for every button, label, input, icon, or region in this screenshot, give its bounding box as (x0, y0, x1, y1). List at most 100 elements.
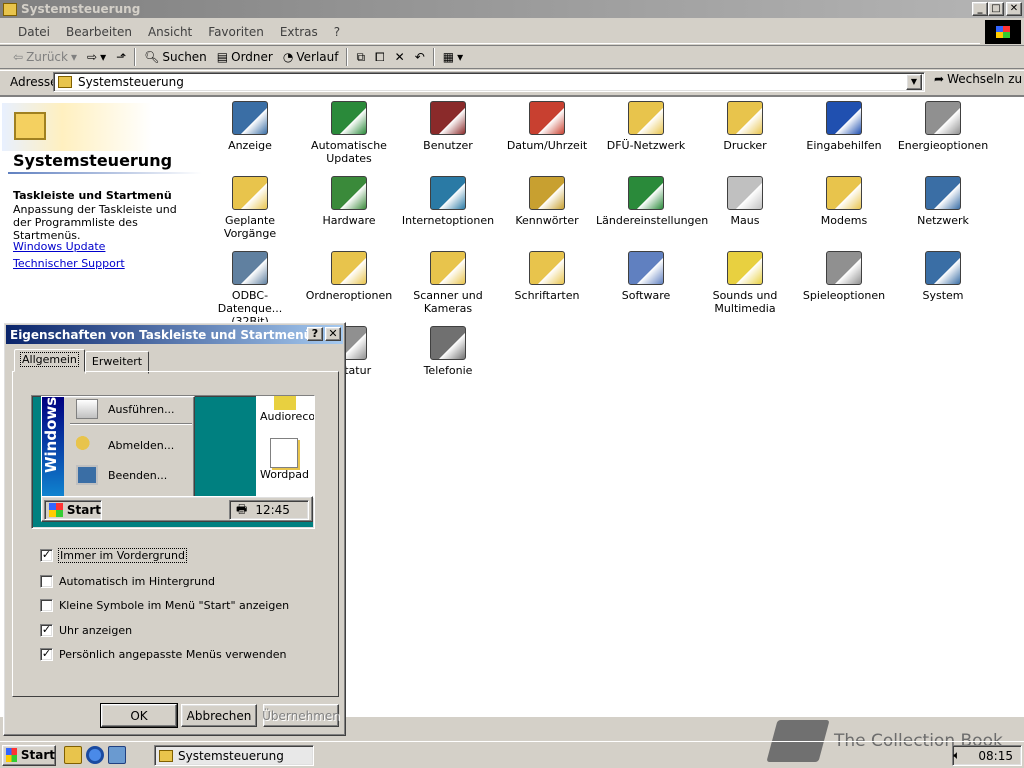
control-panel-item[interactable]: Geplante Vorgänge (200, 174, 300, 240)
control-panel-item[interactable]: Anzeige (200, 99, 300, 152)
move-to-icon: ⧉ (356, 49, 366, 64)
search-button[interactable]: 🔍︎ Suchen (139, 50, 212, 64)
control-panel-item[interactable]: Ländereinstellungen (596, 174, 708, 227)
volume-icon[interactable]: 🔈︎ (953, 748, 960, 763)
control-panel-icon (3, 2, 17, 16)
dialog-help-button[interactable]: ? (307, 327, 323, 341)
windows-update-link[interactable]: Windows Update (13, 240, 105, 253)
history-button[interactable]: ◔ Verlauf (278, 50, 344, 64)
option-label: Kleine Symbole im Menü "Start" anzeigen (59, 599, 290, 612)
telephony-icon (430, 326, 466, 360)
control-panel-item[interactable]: Telefonie (398, 324, 498, 377)
menu-extras[interactable]: Extras (272, 25, 326, 39)
maximize-button[interactable]: □ (988, 2, 1004, 16)
undo-button[interactable]: ↶ (410, 50, 430, 64)
control-panel-item[interactable]: Eingabehilfen (794, 99, 894, 152)
option-checkbox-row[interactable]: ✓ Uhr anzeigen (40, 624, 132, 637)
views-button[interactable]: ▦ ▾ (438, 50, 468, 64)
menu-favoriten[interactable]: Favoriten (200, 25, 272, 39)
tab-allgemein[interactable]: Allgemein (14, 349, 85, 372)
copy-to-button[interactable]: ⧠ (370, 50, 390, 65)
control-panel-item[interactable]: Netzwerk (893, 174, 993, 227)
control-panel-item[interactable]: Scanner und Kameras (398, 249, 498, 315)
option-checkbox-row[interactable]: ✓ Immer im Vordergrund (40, 548, 187, 563)
control-panel-item-label: Kennwörter (515, 214, 579, 227)
control-panel-item[interactable]: Software (596, 249, 696, 302)
taskbar-item-systemsteuerung[interactable]: Systemsteuerung (154, 745, 314, 766)
internet-explorer-icon[interactable] (86, 746, 104, 764)
minimize-button[interactable]: _ (972, 2, 988, 16)
menu-ansicht[interactable]: Ansicht (140, 25, 200, 39)
control-panel-item-label: Drucker (723, 139, 767, 152)
address-label: Adresse (10, 75, 58, 89)
control-panel-item[interactable]: Automatische Updates (299, 99, 399, 165)
move-to-button[interactable]: ⧉ (351, 50, 370, 65)
control-panel-item[interactable]: Kennwörter (497, 174, 597, 227)
network-icon (925, 176, 961, 210)
control-panel-item-label: Software (621, 289, 671, 302)
control-panel-item[interactable]: Datum/Uhrzeit (497, 99, 597, 152)
control-panel-item-label: Ordneroptionen (305, 289, 393, 302)
preview-wordpad-label: Wordpad (260, 468, 309, 481)
tab-allgemein-label: Allgemein (20, 352, 79, 367)
address-dropdown-button[interactable]: ▼ (906, 74, 922, 90)
option-checkbox-row[interactable]: Automatisch im Hintergrund (40, 575, 215, 588)
control-panel-item[interactable]: ODBC-Datenque... (32Bit) (200, 249, 300, 328)
option-checkbox-row[interactable]: ✓ Persönlich angepasste Menüs verwenden (40, 648, 287, 661)
menu-help[interactable]: ? (326, 25, 348, 39)
control-panel-item[interactable]: Schriftarten (497, 249, 597, 302)
control-panel-item-label: Sounds und Multimedia (712, 289, 778, 315)
checkbox-unchecked[interactable] (40, 575, 53, 588)
up-folder-button[interactable]: ⬏ (111, 50, 131, 64)
show-desktop-icon[interactable] (64, 746, 82, 764)
folders-button[interactable]: ▤ Ordner (212, 50, 278, 64)
control-panel-item[interactable]: Spieleoptionen (794, 249, 894, 302)
delete-button[interactable]: ✕ (390, 50, 410, 64)
apply-button[interactable]: Übernehmen (262, 704, 340, 727)
outlook-express-icon[interactable] (108, 746, 126, 764)
dialog-titlebar: Eigenschaften von Taskleiste und Startme… (6, 325, 343, 344)
option-checkbox-row[interactable]: Kleine Symbole im Menü "Start" anzeigen (40, 599, 289, 612)
views-icon: ▦ (442, 50, 455, 64)
control-panel-item[interactable]: Maus (695, 174, 795, 227)
checkbox-unchecked[interactable] (40, 599, 53, 612)
dialog-title: Eigenschaften von Taskleiste und Startme… (10, 327, 313, 342)
checkbox-checked[interactable]: ✓ (40, 624, 53, 637)
taskbar-properties-dialog: Eigenschaften von Taskleiste und Startme… (3, 322, 346, 736)
ok-button[interactable]: OK (100, 703, 178, 728)
control-panel-item[interactable]: Ordneroptionen (299, 249, 399, 302)
start-button[interactable]: Start (2, 744, 56, 766)
control-panel-item[interactable]: DFÜ-Netzwerk (596, 99, 696, 152)
control-panel-item-label: Eingabehilfen (806, 139, 882, 152)
control-panel-item[interactable]: Benutzer (398, 99, 498, 152)
power-icon (925, 101, 961, 135)
menu-bearbeiten[interactable]: Bearbeiten (58, 25, 140, 39)
go-arrow-icon: ➦ (934, 72, 945, 86)
control-panel-item[interactable]: System (893, 249, 993, 302)
menu-datei[interactable]: Datei (10, 25, 58, 39)
cancel-button[interactable]: Abbrechen (181, 704, 257, 727)
users-icon (430, 101, 466, 135)
back-arrow-icon: ⇦ (13, 50, 24, 64)
control-panel-item-label: Netzwerk (917, 214, 969, 227)
modem-icon (826, 176, 862, 210)
go-button[interactable]: ➦ Wechseln zu (934, 72, 1022, 86)
checkbox-checked[interactable]: ✓ (40, 648, 53, 661)
technical-support-link[interactable]: Technischer Support (13, 257, 125, 270)
tray-clock[interactable]: 08:15 (978, 749, 1013, 763)
control-panel-item[interactable]: Energieoptionen (893, 99, 993, 152)
preview-wordpad-item: Wordpad (260, 438, 314, 481)
control-panel-item[interactable]: Sounds und Multimedia (695, 249, 795, 315)
control-panel-item[interactable]: Modems (794, 174, 894, 227)
close-button[interactable]: ✕ (1006, 2, 1022, 16)
checkbox-checked[interactable]: ✓ (40, 549, 53, 562)
back-button[interactable]: ⇦ Zurück ▾ (8, 50, 82, 64)
forward-button[interactable]: ⇨ ▾ (82, 50, 111, 64)
control-panel-item[interactable]: Drucker (695, 99, 795, 152)
address-input[interactable]: Systemsteuerung ▼ (53, 72, 925, 92)
dialog-close-button[interactable]: ✕ (325, 327, 341, 341)
joystick-icon (826, 251, 862, 285)
control-panel-item[interactable]: Internetoptionen (398, 174, 498, 227)
control-panel-item[interactable]: Hardware (299, 174, 399, 227)
control-panel-item-label: Schriftarten (514, 289, 580, 302)
